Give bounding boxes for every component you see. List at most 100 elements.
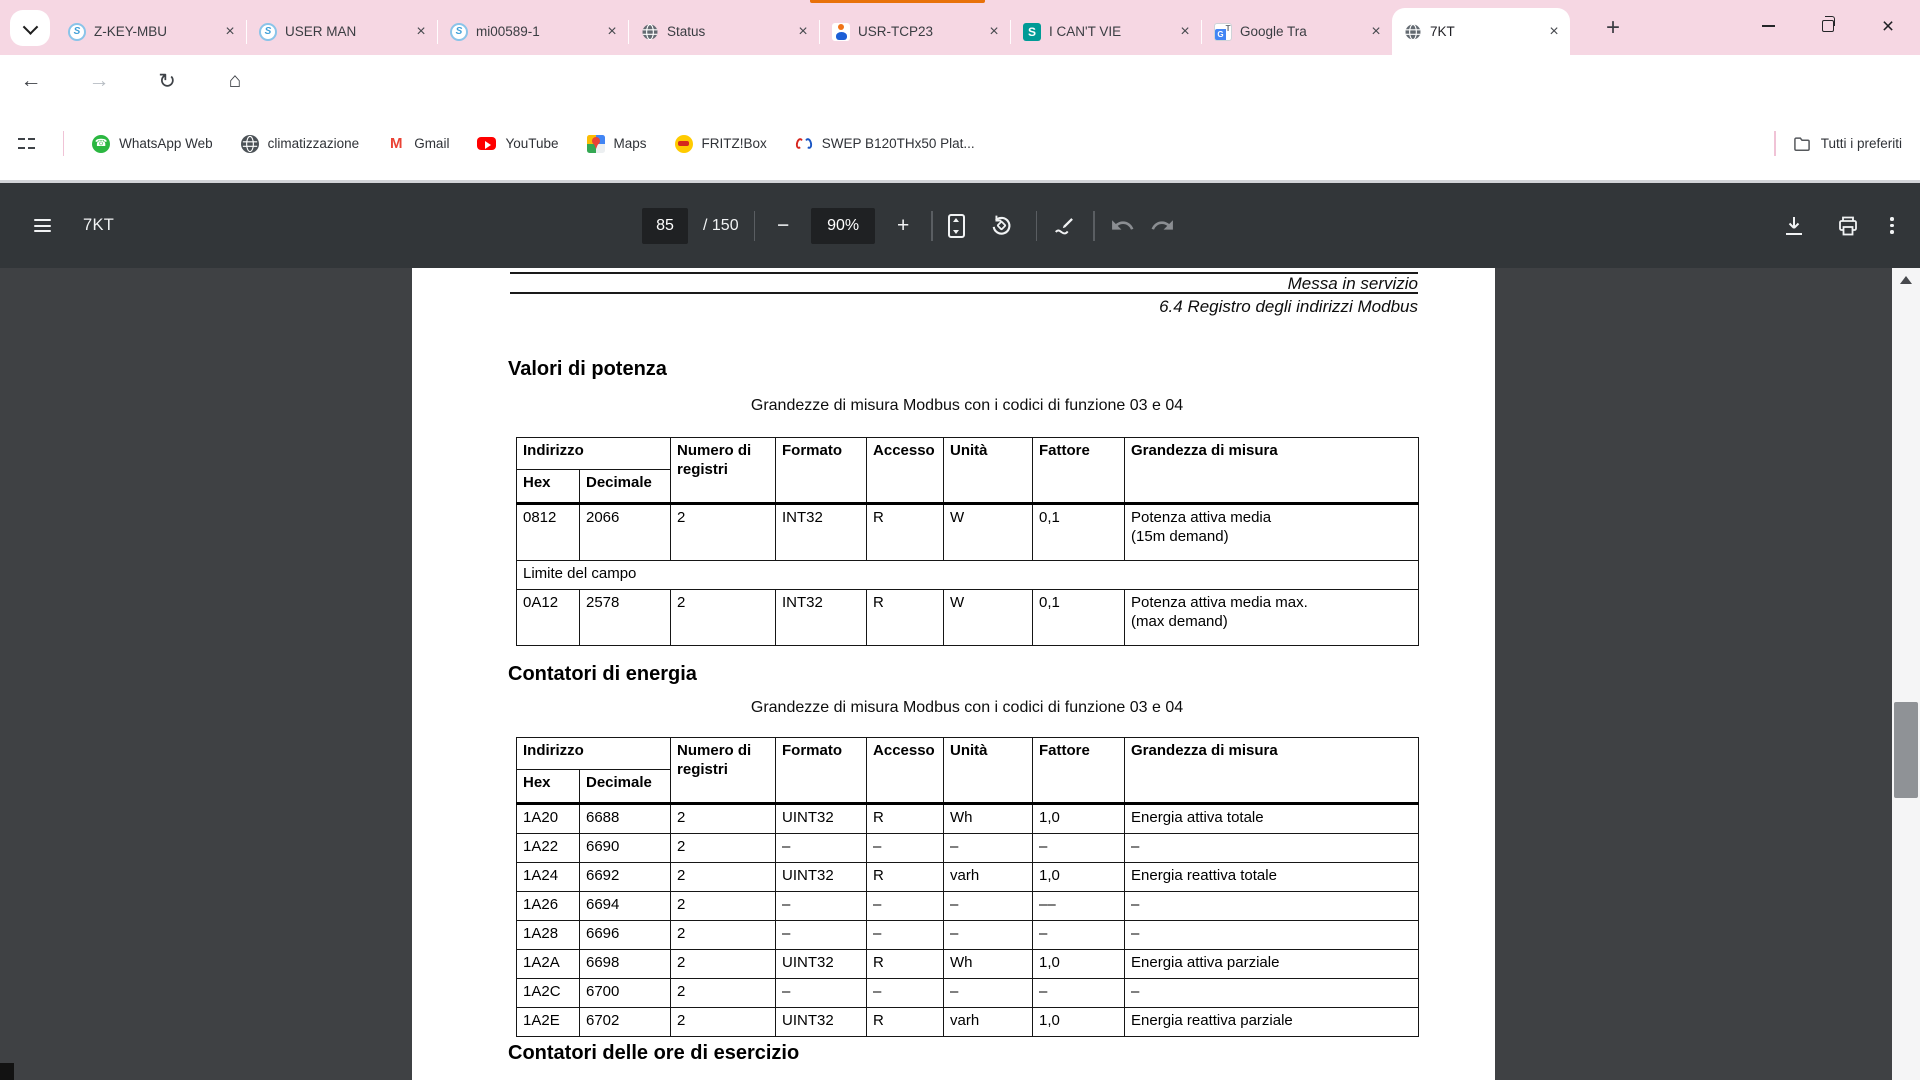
tab-label: I CAN'T VIE (1049, 24, 1167, 39)
seneca-letter: S (74, 27, 81, 37)
table-cell: 0,1 (1033, 504, 1125, 561)
modbus-register-table: IndirizzoNumero di registriFormatoAccess… (516, 737, 1419, 1037)
forward-button[interactable]: → (84, 66, 114, 96)
close-tab-icon[interactable]: × (411, 22, 431, 42)
bookmark-climatizzazione[interactable]: climatizzazione (241, 135, 360, 153)
chevron-down-icon (22, 19, 38, 35)
apps-grid-icon[interactable] (18, 135, 35, 152)
all-bookmarks-folder[interactable]: Tutti i preferiti (1792, 134, 1902, 154)
table-cell: varh (944, 1008, 1033, 1037)
table-header-cell: Accesso (867, 438, 944, 504)
tab-status[interactable]: Status × (629, 8, 819, 55)
scrollbar-thumb[interactable] (1894, 702, 1918, 798)
print-icon[interactable] (1836, 214, 1860, 238)
home-button[interactable]: ⌂ (220, 66, 250, 96)
bookmark-fritzbox[interactable]: FRITZ!Box (675, 135, 767, 153)
table-cell: 2 (671, 1008, 776, 1037)
tab-mi00589[interactable]: S mi00589-1 × (438, 8, 628, 55)
page-number-input[interactable]: 85 (642, 208, 688, 244)
window-controls: × (1738, 0, 1918, 52)
table-cell: UINT32 (776, 950, 867, 979)
table-cell: 2 (671, 921, 776, 950)
table-cell: 6690 (580, 834, 671, 863)
redo-icon[interactable] (1150, 213, 1175, 238)
close-tab-icon[interactable]: × (220, 22, 240, 42)
table-cell: 1A24 (517, 863, 580, 892)
new-tab-button[interactable]: + (1596, 12, 1630, 44)
pdf-more-menu-icon[interactable] (1890, 217, 1894, 234)
close-tab-icon[interactable]: × (1366, 22, 1386, 42)
pdf-toolbar-center: 85 / 150 − 90% + (642, 183, 1175, 268)
nav-buttons: ← → ↻ ⌂ (16, 55, 250, 107)
table-cell: UINT32 (776, 863, 867, 892)
table-cell: 6694 (580, 892, 671, 921)
fit-to-page-icon[interactable] (948, 214, 965, 238)
table-header-cell: Unità (944, 438, 1033, 504)
table-cell: Energia attiva totale (1125, 804, 1419, 834)
zoom-level-input[interactable]: 90% (811, 208, 875, 244)
tab-usr-tcp232[interactable]: USR-TCP23 × (820, 8, 1010, 55)
table-cell: – (776, 892, 867, 921)
table-header-cell: Indirizzo (517, 738, 671, 770)
table-cell: 6692 (580, 863, 671, 892)
menu-icon[interactable] (34, 219, 51, 232)
close-tab-icon[interactable]: × (1175, 22, 1195, 42)
separator (63, 131, 65, 156)
bookmark-maps[interactable]: Maps (587, 135, 647, 153)
scrollbar-up-arrow[interactable] (1900, 276, 1912, 284)
reload-button[interactable]: ↻ (152, 66, 182, 96)
table-cell: – (944, 921, 1033, 950)
annotate-pen-icon[interactable] (1052, 213, 1078, 239)
bookmark-whatsapp[interactable]: ☎ WhatsApp Web (92, 135, 213, 153)
table-cell: Potenza attiva media max. (max demand) (1125, 590, 1419, 646)
close-tab-icon[interactable]: × (984, 22, 1004, 42)
table-cell: – (867, 979, 944, 1008)
table-cell: W (944, 504, 1033, 561)
table-cell: – (1033, 921, 1125, 950)
table-cell: R (867, 950, 944, 979)
gmail-icon: M (387, 135, 405, 153)
bookmark-gmail[interactable]: M Gmail (387, 135, 449, 153)
restore-button[interactable] (1798, 1, 1858, 51)
close-tab-icon[interactable]: × (1544, 22, 1564, 42)
tab-search-button[interactable] (10, 10, 50, 46)
download-icon[interactable] (1782, 214, 1806, 238)
table-cell: 1A22 (517, 834, 580, 863)
close-window-button[interactable]: × (1858, 1, 1918, 51)
table-cell: 2 (671, 590, 776, 646)
bookmark-swep[interactable]: SWEP B120THx50 Plat... (795, 135, 975, 153)
table-cell: 2 (671, 834, 776, 863)
tab-user-man[interactable]: S USER MAN × (247, 8, 437, 55)
undo-icon[interactable] (1110, 213, 1135, 238)
table-header-cell: Fattore (1033, 738, 1125, 804)
table-cell: 1,0 (1033, 1008, 1125, 1037)
tab-i-cant-view[interactable]: S I CAN'T VIE × (1011, 8, 1201, 55)
separator (754, 211, 756, 241)
page-count-label: / 150 (703, 217, 739, 235)
table-cell: R (867, 590, 944, 646)
tab-z-key-mbu[interactable]: S Z-KEY-MBU × (56, 8, 246, 55)
section-heading-potenza: Valori di potenza (508, 358, 667, 381)
rotate-icon[interactable] (988, 212, 1015, 239)
table-cell: Energia reattiva totale (1125, 863, 1419, 892)
table-cell: – (776, 921, 867, 950)
folder-icon (1792, 134, 1812, 154)
bookmark-youtube[interactable]: YouTube (477, 136, 558, 151)
back-button[interactable]: ← (16, 66, 46, 96)
minimize-button[interactable] (1738, 1, 1798, 51)
table-cell: R (867, 504, 944, 561)
tab-label: mi00589-1 (476, 24, 594, 39)
close-tab-icon[interactable]: × (602, 22, 622, 42)
zoom-in-button[interactable]: + (890, 214, 916, 238)
zoom-out-button[interactable]: − (770, 214, 796, 238)
table-cell: 0812 (517, 504, 580, 561)
table-cell: 2 (671, 950, 776, 979)
tab-7kt-active[interactable]: 7KT × (1392, 8, 1570, 55)
tab-google-translate[interactable]: G T Google Tra × (1202, 8, 1392, 55)
close-tab-icon[interactable]: × (793, 22, 813, 42)
table-cell: 2 (671, 804, 776, 834)
scrollbar-track[interactable] (1892, 268, 1920, 1080)
table-caption: Grandezze di misura Modbus con i codici … (516, 397, 1418, 415)
tab-label: USER MAN (285, 24, 403, 39)
table-cell: 2 (671, 863, 776, 892)
